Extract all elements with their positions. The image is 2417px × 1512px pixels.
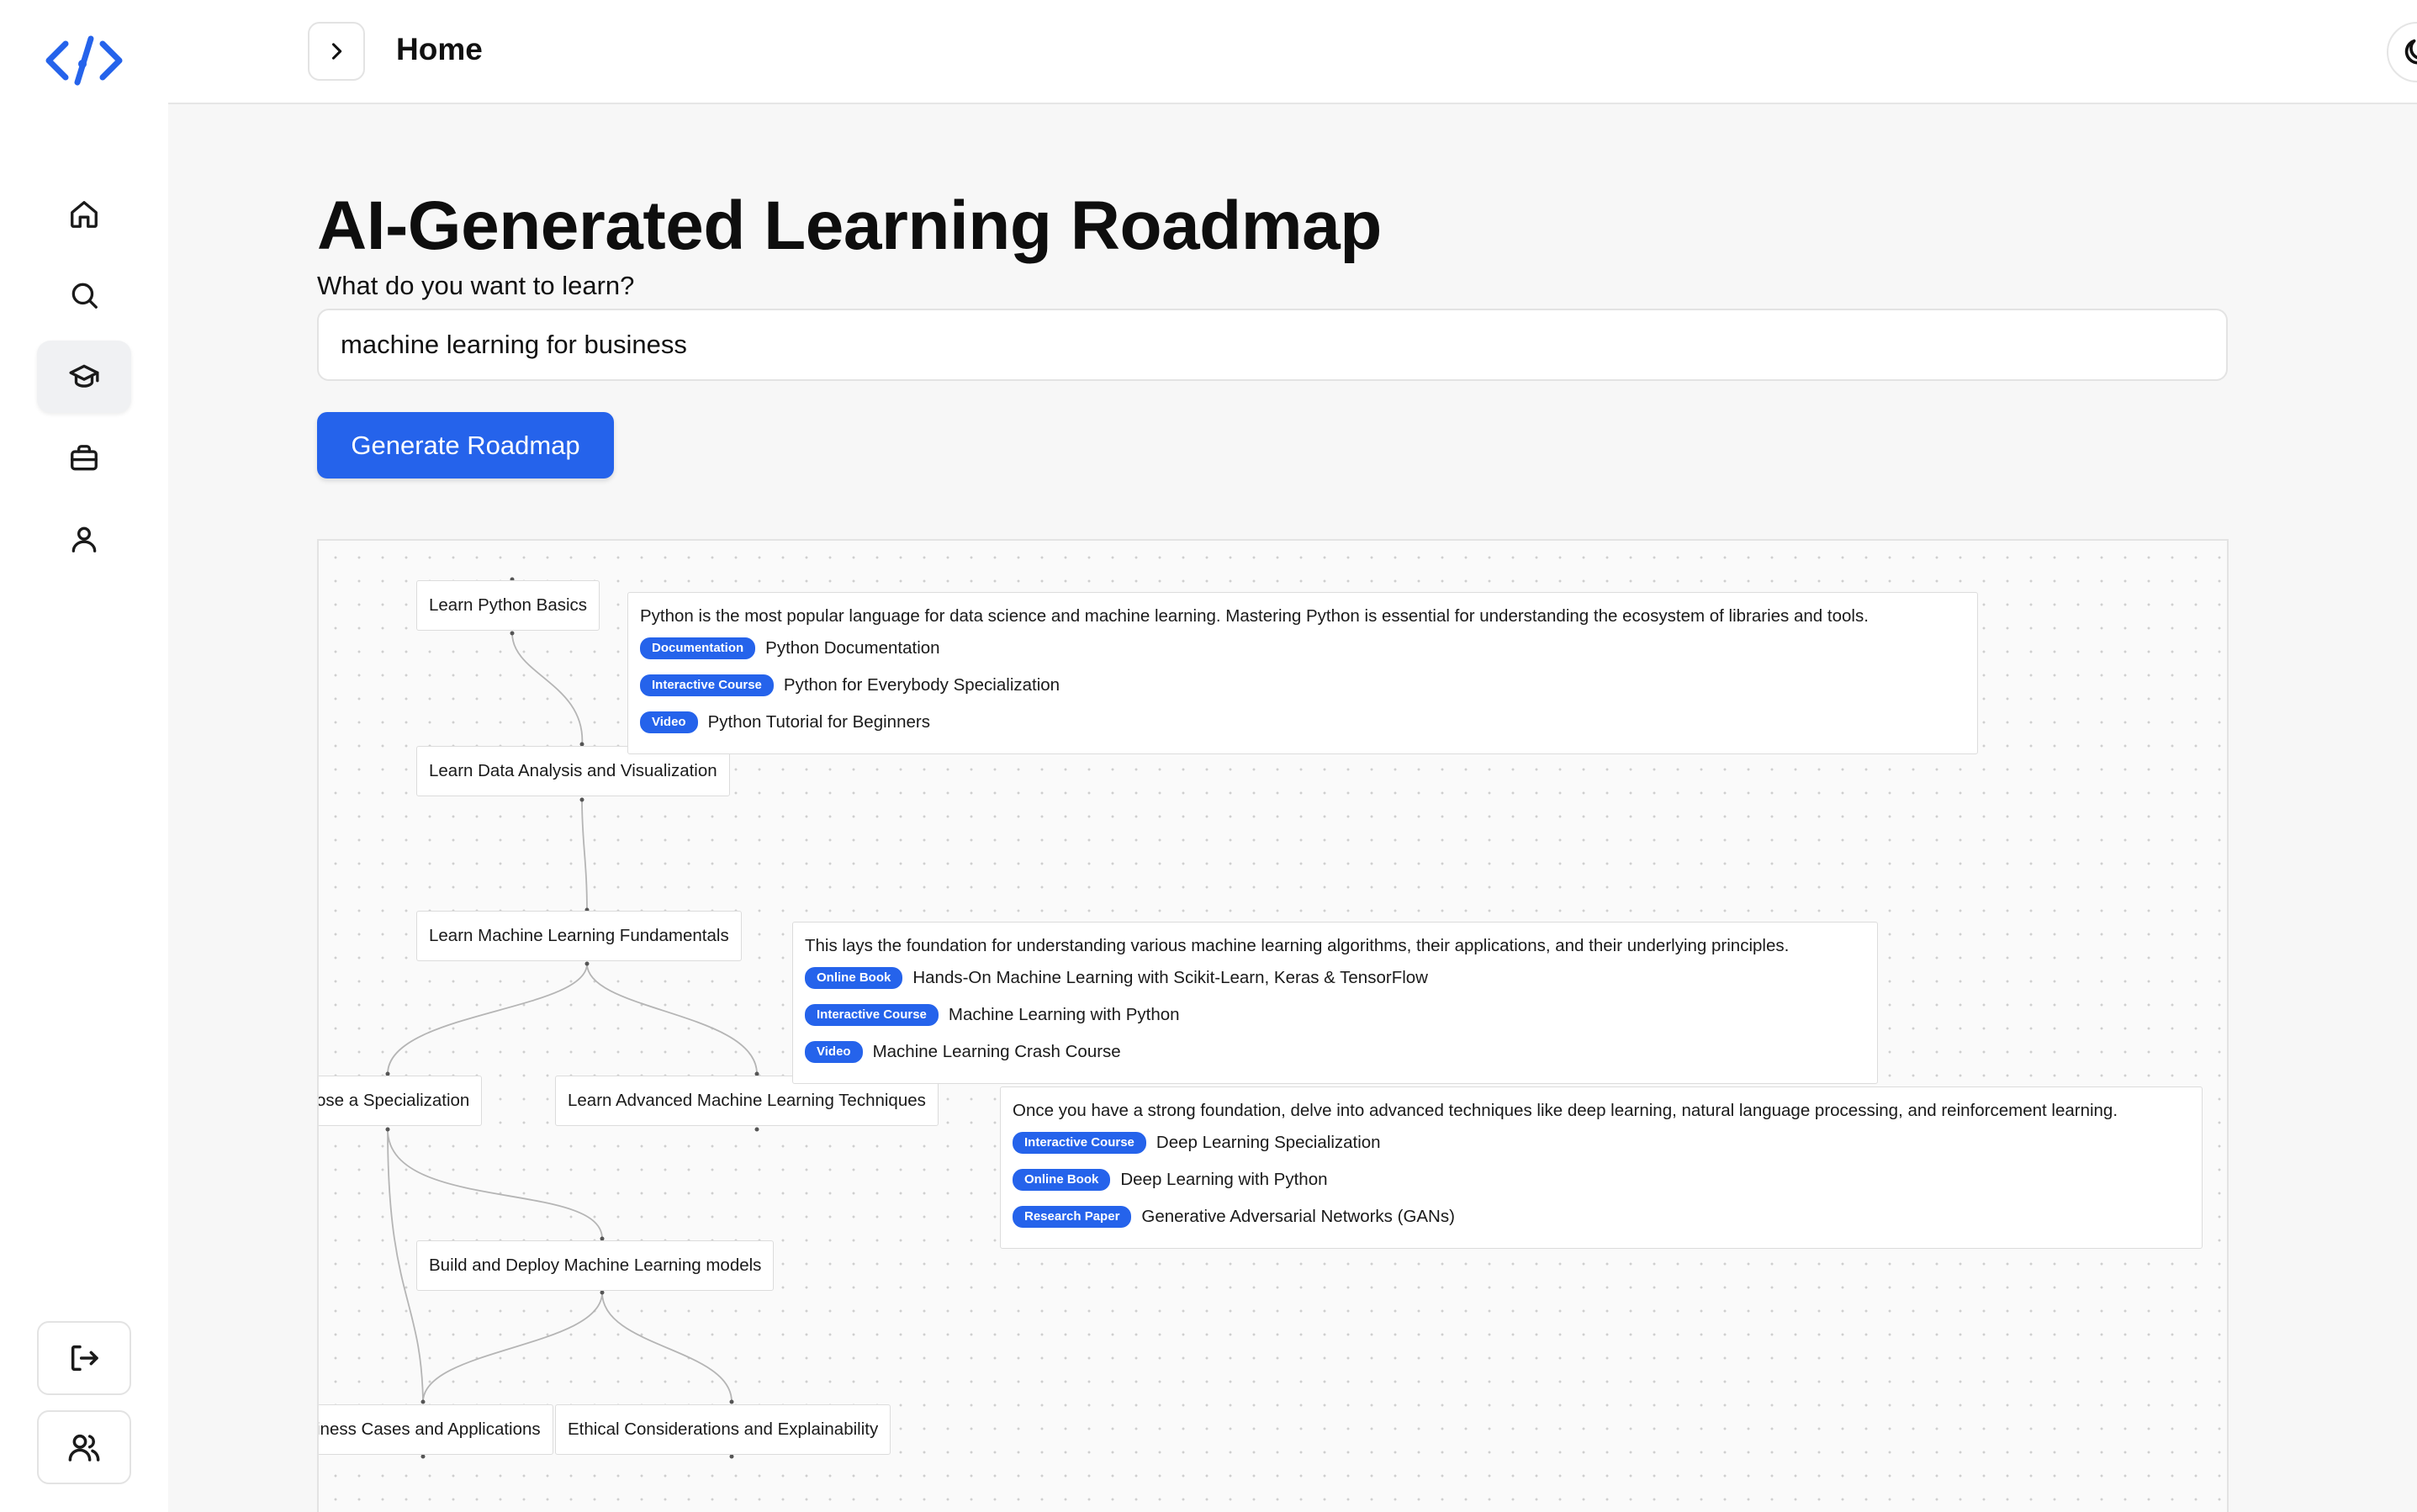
- edge-spec-build: [387, 1129, 603, 1240]
- nav-profile[interactable]: [37, 503, 131, 575]
- app-logo[interactable]: [42, 34, 126, 87]
- resource-item[interactable]: Online Book Hands-On Machine Learning wi…: [805, 960, 1865, 997]
- resource-type-badge: Research Paper: [1013, 1206, 1132, 1228]
- resource-title[interactable]: Python Tutorial for Beginners: [708, 712, 930, 732]
- top-header: Home NM: [168, 0, 2417, 104]
- roadmap-node[interactable]: ose a Specialization: [319, 1076, 483, 1126]
- edge-ml-advanced: [586, 963, 758, 1075]
- node-details-python: Python is the most popular language for …: [627, 592, 1978, 754]
- resource-type-badge: Documentation: [640, 637, 756, 659]
- user-icon: [71, 526, 97, 552]
- page-title: Home: [396, 32, 483, 66]
- roadmap-node[interactable]: Learn Machine Learning Fundamentals: [416, 911, 742, 961]
- page-heading: AI-Generated Learning Roadmap: [317, 188, 1382, 264]
- resource-type-badge: Interactive Course: [805, 1004, 939, 1026]
- roadmap-node[interactable]: iness Cases and Applications: [319, 1404, 553, 1455]
- details-description: Once you have a strong foundation, delve…: [1013, 1101, 2118, 1120]
- resource-title[interactable]: Deep Learning Specialization: [1156, 1133, 1381, 1153]
- logout-button[interactable]: [37, 1321, 131, 1395]
- resource-type-badge: Video: [805, 1041, 863, 1063]
- resource-title[interactable]: Python for Everybody Specialization: [784, 675, 1060, 695]
- community-button[interactable]: [37, 1410, 131, 1484]
- node-details-ml-fundamentals: This lays the foundation for understandi…: [792, 922, 1878, 1084]
- resource-item[interactable]: Interactive Course Python for Everybody …: [640, 667, 1965, 704]
- roadmap-node[interactable]: Ethical Considerations and Explainabilit…: [555, 1404, 891, 1455]
- resource-title[interactable]: Deep Learning with Python: [1120, 1170, 1327, 1190]
- graduation-cap-icon: [69, 364, 99, 388]
- node-details-advanced-ml: Once you have a strong foundation, delve…: [1000, 1086, 2203, 1249]
- nav-jobs[interactable]: [37, 422, 131, 494]
- resource-type-badge: Interactive Course: [1013, 1132, 1146, 1154]
- logout-icon: [71, 1345, 98, 1372]
- resource-type-badge: Interactive Course: [640, 674, 774, 696]
- resource-item[interactable]: Video Machine Learning Crash Course: [805, 1034, 1865, 1071]
- users-icon: [68, 1434, 100, 1462]
- details-description: Python is the most popular language for …: [640, 606, 1869, 626]
- resource-type-badge: Video: [640, 711, 698, 733]
- search-icon: [71, 283, 98, 309]
- expand-sidebar-button[interactable]: [308, 22, 365, 81]
- nav-home[interactable]: [37, 178, 131, 251]
- nav-search[interactable]: [37, 259, 131, 331]
- moon-stars-icon: [2404, 39, 2417, 65]
- resource-item[interactable]: Documentation Python Documentation: [640, 630, 1965, 667]
- resource-title[interactable]: Python Documentation: [765, 638, 939, 658]
- resource-item[interactable]: Online Book Deep Learning with Python: [1013, 1161, 2190, 1198]
- details-description: This lays the foundation for understandi…: [805, 936, 1790, 955]
- edge-ml-spec: [387, 963, 588, 1075]
- sidebar: [0, 0, 168, 1512]
- resource-item[interactable]: Interactive Course Machine Learning with…: [805, 997, 1865, 1034]
- resource-type-badge: Online Book: [1013, 1169, 1111, 1191]
- resource-title[interactable]: Machine Learning with Python: [949, 1005, 1180, 1025]
- briefcase-icon: [71, 445, 98, 471]
- resource-title[interactable]: Machine Learning Crash Course: [873, 1042, 1121, 1062]
- topic-label: What do you want to learn?: [317, 271, 635, 300]
- resource-item[interactable]: Interactive Course Deep Learning Special…: [1013, 1124, 2190, 1161]
- roadmap-canvas[interactable]: Learn Python Basics Learn Data Analysis …: [317, 539, 2229, 1512]
- theme-toggle-button[interactable]: [2387, 22, 2417, 82]
- generate-roadmap-button[interactable]: Generate Roadmap: [317, 412, 614, 478]
- resource-title[interactable]: Hands-On Machine Learning with Scikit-Le…: [912, 968, 1428, 988]
- topic-input[interactable]: [317, 309, 2228, 381]
- nav-learning[interactable]: [37, 341, 131, 413]
- chevron-right-icon: [331, 43, 342, 60]
- edge-build-ethics: [601, 1292, 733, 1403]
- edge-data-ml: [581, 799, 588, 913]
- roadmap-node[interactable]: Learn Python Basics: [416, 580, 600, 631]
- roadmap-node[interactable]: Build and Deploy Machine Learning models: [416, 1240, 775, 1291]
- resource-title[interactable]: Generative Adversarial Networks (GANs): [1141, 1207, 1455, 1227]
- resource-item[interactable]: Research Paper Generative Adversarial Ne…: [1013, 1198, 2190, 1235]
- edge-build-business: [422, 1292, 603, 1403]
- resource-item[interactable]: Video Python Tutorial for Beginners: [640, 704, 1965, 741]
- home-icon: [71, 201, 98, 228]
- edge-python-data: [511, 632, 584, 748]
- resource-type-badge: Online Book: [805, 967, 903, 989]
